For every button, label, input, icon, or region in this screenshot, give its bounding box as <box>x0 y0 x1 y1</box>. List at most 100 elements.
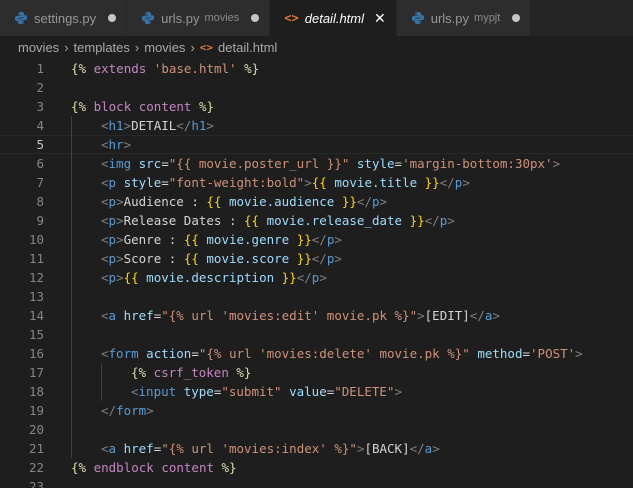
unsaved-dot-icon[interactable] <box>108 14 117 22</box>
code-token: value <box>281 384 327 399</box>
code-token: 'base.html' <box>153 61 237 76</box>
code-token: Audience : <box>123 194 207 209</box>
code-line[interactable]: 1 {% extends 'base.html' %} <box>0 59 633 78</box>
tab-detail-html[interactable]: <> detail.html ✕ <box>270 0 397 36</box>
code-line[interactable]: 23 <box>0 477 633 488</box>
code-token: < <box>101 308 109 323</box>
code-text: <form action="{% url 'movies:delete' mov… <box>101 344 583 363</box>
line-number: 19 <box>28 403 44 418</box>
code-line[interactable]: 10 <p>Genre : {{ movie.genre }}</p> <box>0 230 633 249</box>
code-token: DETAIL <box>131 118 177 133</box>
code-line[interactable]: 4 <h1>DETAIL</h1> <box>0 116 633 135</box>
code-line[interactable]: 14 <a href="{% url 'movies:edit' movie.pk… <box>0 306 633 325</box>
code-token: "font-weight:bold" <box>168 175 305 190</box>
code-token: = <box>191 346 199 361</box>
unsaved-dot-icon[interactable] <box>251 14 260 22</box>
tab-settings-py[interactable]: settings.py <box>0 0 128 36</box>
code-token: > <box>116 213 124 228</box>
indent-guide <box>71 192 72 211</box>
code-token: input <box>138 384 177 399</box>
breadcrumb-item[interactable]: movies <box>144 40 185 55</box>
code-token: %} <box>236 61 260 76</box>
code-token: "{% url 'movies:index' %}" <box>161 441 357 456</box>
code-line[interactable]: 8 <p>Audience : {{ movie.audience }}</p> <box>0 192 633 211</box>
code-token: [EDIT] <box>424 308 470 323</box>
code-line[interactable]: 7 <p style="font-weight:bold">{{ movie.ti… <box>0 173 633 192</box>
code-text: {% extends 'base.html' %} <box>71 59 259 78</box>
code-text: <p>Release Dates : {{ movie.release_date… <box>101 211 455 230</box>
code-line[interactable]: 9 <p>Release Dates : {{ movie.release_dat… <box>0 211 633 230</box>
close-icon[interactable]: ✕ <box>374 10 386 27</box>
code-token: "submit" <box>221 384 282 399</box>
code-token: href <box>116 308 154 323</box>
code-token: hr <box>108 137 124 152</box>
tab-urls-py-mypjt[interactable]: urls.py mypjt <box>396 0 532 36</box>
code-text: <p>{{ movie.description }}</p> <box>101 268 327 287</box>
code-text: <input type="submit" value="DELETE"> <box>131 382 402 401</box>
code-line[interactable]: 12 <p>{{ movie.description }}</p> <box>0 268 633 287</box>
code-token: a <box>108 441 117 456</box>
indent-guide <box>101 382 102 401</box>
code-token: extends <box>86 61 154 76</box>
code-line[interactable]: 13 <box>0 287 633 306</box>
code-token: }} <box>281 270 297 285</box>
code-line[interactable]: 21 <a href="{% url 'movies:index' %}">[BA… <box>0 439 633 458</box>
code-token: p <box>108 213 117 228</box>
chevron-right-icon: › <box>64 39 69 55</box>
code-token: = <box>522 346 531 361</box>
code-token: {{ <box>311 175 327 190</box>
code-token: > <box>123 118 132 133</box>
code-token: > <box>319 270 327 285</box>
code-token: [BACK] <box>364 441 410 456</box>
code-token: p <box>108 232 117 247</box>
code-token: "{% url 'movies:delete' movie.pk %}" <box>198 346 470 361</box>
breadcrumb-item[interactable]: movies <box>18 40 59 55</box>
code-text: <p>Audience : {{ movie.audience }}</p> <box>101 192 387 211</box>
tab-urls-py-movies[interactable]: urls.py movies <box>127 0 271 36</box>
code-text: <a href="{% url 'movies:index' %}">[BACK… <box>101 439 440 458</box>
code-token: > <box>492 308 500 323</box>
code-line[interactable]: 2 <box>0 78 633 97</box>
breadcrumb-item[interactable]: detail.html <box>218 40 277 55</box>
code-line[interactable]: 19 </form> <box>0 401 633 420</box>
python-file-icon <box>411 11 424 25</box>
unsaved-dot-icon[interactable] <box>512 14 521 22</box>
code-line[interactable]: 16 <form action="{% url 'movies:delete' m… <box>0 344 633 363</box>
code-editor[interactable]: 1 {% extends 'base.html' %} 2 3 {% block con… <box>0 58 633 488</box>
code-line[interactable]: 6 <img src="{{ movie.poster_url }}" style… <box>0 154 633 173</box>
code-line[interactable]: 18 <input type="submit" value="DELETE"> <box>0 382 633 401</box>
code-token: movie.audience <box>221 194 342 209</box>
code-token: style <box>116 175 162 190</box>
code-token: > <box>116 270 124 285</box>
code-token: }} <box>296 251 312 266</box>
indent-guide <box>71 268 72 287</box>
code-token: 'margin-bottom:30px' <box>402 156 553 171</box>
code-token: > <box>116 251 124 266</box>
code-token: Release Dates : <box>123 213 245 228</box>
indent-guide <box>71 401 72 420</box>
breadcrumb-item[interactable]: templates <box>74 40 130 55</box>
code-line[interactable]: 22 {% endblock content %} <box>0 458 633 477</box>
code-line[interactable]: 15 <box>0 325 633 344</box>
code-token: movie.genre <box>198 232 297 247</box>
code-line[interactable]: 5 <hr> <box>0 135 633 154</box>
code-token: </ <box>176 118 192 133</box>
code-token: < <box>101 213 109 228</box>
code-token: > <box>417 308 425 323</box>
code-line[interactable]: 20 <box>0 420 633 439</box>
code-token: }} <box>296 232 312 247</box>
code-line[interactable]: 3 {% block content %} <box>0 97 633 116</box>
breadcrumb: movies › templates › movies › <> detail.… <box>0 36 633 58</box>
code-token: </ <box>311 251 327 266</box>
indent-guide <box>71 344 72 363</box>
code-line[interactable]: 17 {% csrf_token %} <box>0 363 633 382</box>
code-token: = <box>161 175 169 190</box>
code-token: csrf_token <box>146 365 237 380</box>
indent-guide <box>71 382 72 401</box>
code-line[interactable]: 11 <p>Score : {{ movie.score }}</p> <box>0 249 633 268</box>
line-number: 20 <box>28 422 44 437</box>
python-file-icon <box>14 11 28 25</box>
indent-guide <box>71 439 72 458</box>
tab-label: urls.py <box>161 10 200 26</box>
code-token: < <box>101 137 109 152</box>
